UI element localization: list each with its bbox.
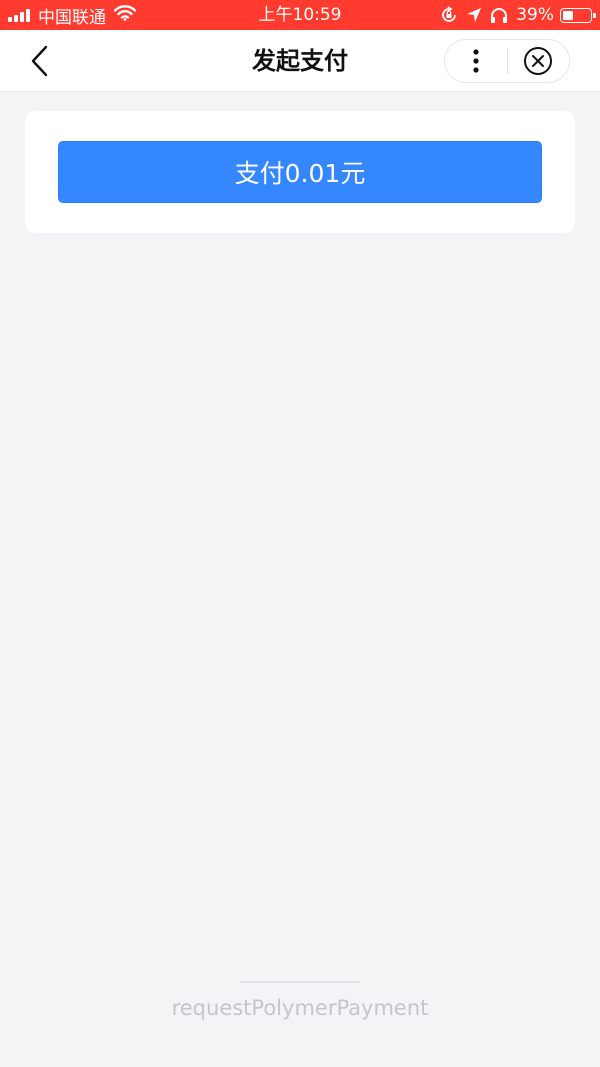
more-dots-icon	[473, 49, 479, 73]
status-left: 中国联通	[8, 0, 137, 30]
battery-percent: 39%	[516, 5, 554, 25]
status-bar: 中国联通 上午10:59 39%	[0, 0, 600, 30]
payment-card: 支付0.01元	[25, 111, 575, 233]
back-button[interactable]	[18, 41, 62, 81]
navigation-bar: 发起支付	[0, 30, 600, 92]
rotation-lock-icon	[440, 6, 458, 24]
api-name-label: requestPolymerPayment	[171, 996, 429, 1020]
status-right: 39%	[432, 0, 596, 30]
battery-icon	[560, 7, 596, 23]
more-button[interactable]	[445, 40, 507, 82]
wifi-icon	[113, 4, 137, 26]
headphones-icon	[490, 7, 508, 24]
pay-button[interactable]: 支付0.01元	[58, 141, 542, 203]
location-arrow-icon	[466, 7, 482, 23]
battery-fill	[563, 10, 573, 20]
carrier-name: 中国联通	[38, 7, 106, 28]
close-circle-icon	[524, 47, 553, 75]
close-button[interactable]	[507, 40, 569, 82]
footer-divider	[240, 981, 360, 983]
capsule-menu	[444, 39, 570, 83]
back-chevron-icon	[31, 45, 48, 77]
signal-icon	[8, 8, 32, 22]
